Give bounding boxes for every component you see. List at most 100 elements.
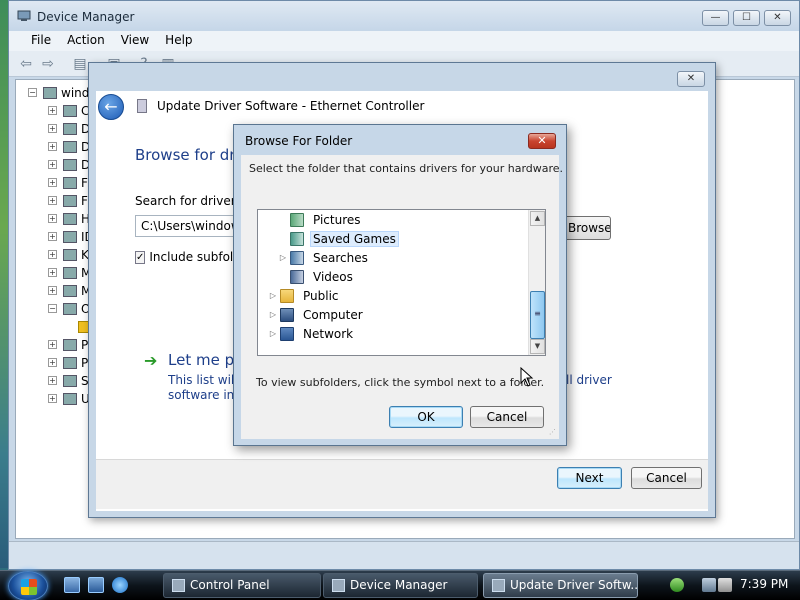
back-arrow-icon[interactable]: ⇦ [17, 56, 35, 72]
expand-icon[interactable]: + [48, 178, 57, 187]
title-bar[interactable]: Device Manager — ☐ ✕ [9, 1, 799, 31]
menu-help[interactable]: Help [157, 31, 200, 51]
tree-item[interactable]: +ID [48, 228, 94, 245]
expand-icon[interactable]: + [48, 214, 57, 223]
pick-description-line1-end: ll driver [566, 373, 612, 387]
maximize-button[interactable]: ☐ [733, 10, 760, 26]
menu-action[interactable]: Action [59, 31, 113, 51]
minimize-button[interactable]: — [702, 10, 729, 26]
volume-muted-icon[interactable] [718, 578, 732, 592]
resize-grip-icon[interactable]: ⋰ [549, 428, 557, 436]
close-button[interactable]: ✕ [677, 71, 705, 87]
include-subfolders-checkbox[interactable]: ✓ Include subfold [135, 250, 235, 264]
window-title: Device Manager [37, 10, 135, 24]
dialog-title: Update Driver Software - Ethernet Contro… [157, 99, 425, 113]
network-status-icon[interactable] [702, 578, 716, 592]
device-icon [63, 248, 77, 261]
expand-icon[interactable]: + [48, 358, 57, 367]
device-icon [63, 284, 77, 297]
vertical-scrollbar[interactable]: ▲ ≡ ▼ [528, 210, 545, 355]
back-arrow-icon[interactable]: ← [98, 94, 124, 120]
folder-item-pictures[interactable]: Pictures [278, 210, 364, 229]
ok-button[interactable]: OK [389, 406, 463, 428]
device-icon [63, 356, 77, 369]
tree-item[interactable]: +Di [48, 120, 94, 137]
menu-view[interactable]: View [113, 31, 157, 51]
computer-icon [280, 307, 294, 322]
device-icon [63, 158, 77, 171]
windows-logo-icon [21, 579, 37, 595]
expand-arrow-icon[interactable]: ▷ [268, 329, 278, 338]
expand-icon[interactable]: + [48, 106, 57, 115]
folder-tree: Pictures Saved Games ▷ Searches Videos ▷… [257, 209, 546, 356]
folder-item-public[interactable]: ▷ Public [268, 286, 342, 305]
tree-item[interactable]: +Di [48, 138, 94, 155]
security-icon[interactable] [670, 578, 684, 592]
tree-item[interactable]: + Pr [48, 354, 93, 371]
folder-item-videos[interactable]: Videos [278, 267, 356, 286]
expand-icon[interactable]: + [48, 394, 57, 403]
expand-icon[interactable]: + [48, 232, 57, 241]
taskbar-control-panel[interactable]: Control Panel [163, 573, 321, 598]
expand-icon[interactable]: + [48, 124, 57, 133]
expand-icon[interactable]: + [48, 160, 57, 169]
device-icon [63, 230, 77, 243]
taskbar-device-manager[interactable]: Device Manager [323, 573, 478, 598]
device-manager-icon [17, 10, 31, 22]
expand-icon[interactable]: + [48, 142, 57, 151]
menu-file[interactable]: File [23, 31, 59, 51]
taskbar-update-driver[interactable]: Update Driver Softw... [483, 573, 638, 598]
checkbox-box[interactable]: ✓ [135, 250, 146, 264]
expand-icon[interactable]: + [48, 340, 57, 349]
expand-icon[interactable]: + [48, 376, 57, 385]
cancel-button[interactable]: Cancel [631, 467, 702, 489]
let-me-pick-link[interactable]: Let me pic [168, 351, 236, 369]
expand-arrow-icon[interactable]: ▷ [268, 310, 278, 319]
tree-root[interactable]: − windo [28, 84, 97, 101]
next-button[interactable]: Next [557, 467, 622, 489]
collapse-icon[interactable]: − [28, 88, 37, 97]
device-icon [63, 104, 77, 117]
expand-icon[interactable]: + [48, 250, 57, 259]
folder-item-network[interactable]: ▷ Network [268, 324, 356, 343]
switch-windows-icon[interactable] [88, 577, 104, 593]
browse-button[interactable]: Browse... [563, 216, 611, 240]
start-button[interactable] [8, 571, 48, 600]
expand-icon[interactable]: + [48, 286, 57, 295]
properties-icon[interactable]: ▤ [71, 56, 89, 72]
collapse-icon[interactable]: − [48, 304, 57, 313]
tree-item[interactable]: + Fl [48, 174, 91, 191]
hint-text: To view subfolders, click the symbol nex… [256, 376, 545, 389]
dialog-footer: Next Cancel [96, 459, 708, 509]
device-icon [63, 176, 77, 189]
show-desktop-icon[interactable] [64, 577, 80, 593]
device-manager-icon [332, 579, 345, 592]
green-arrow-icon: ➔ [144, 351, 158, 370]
expand-arrow-icon[interactable]: ▷ [268, 291, 278, 300]
videos-folder-icon [290, 269, 304, 284]
close-button[interactable]: ✕ [528, 133, 556, 149]
status-bar [9, 541, 799, 569]
folder-item-searches[interactable]: ▷ Searches [278, 248, 371, 267]
device-icon [63, 392, 77, 405]
expand-arrow-icon[interactable]: ▷ [278, 253, 288, 262]
scroll-thumb[interactable]: ≡ [530, 291, 545, 339]
tree-item[interactable]: + M [48, 264, 91, 281]
folder-item-saved-games[interactable]: Saved Games [278, 229, 399, 248]
tree-item[interactable]: + Fl [48, 192, 91, 209]
close-button[interactable]: ✕ [764, 10, 791, 26]
scroll-up-icon[interactable]: ▲ [530, 211, 545, 226]
driver-path-input[interactable]: C:\Users\windows [135, 215, 235, 237]
clock[interactable]: 7:39 PM [740, 577, 788, 591]
internet-explorer-icon[interactable] [112, 577, 128, 593]
page-heading: Browse for dri [135, 146, 235, 164]
cancel-button[interactable]: Cancel [470, 406, 544, 428]
dialog-title: Browse For Folder [245, 134, 353, 148]
scroll-down-icon[interactable]: ▼ [530, 339, 545, 354]
expand-icon[interactable]: + [48, 196, 57, 205]
device-icon [63, 266, 77, 279]
expand-icon[interactable]: + [48, 268, 57, 277]
forward-arrow-icon[interactable]: ⇨ [39, 56, 57, 72]
tree-item[interactable]: + M [48, 282, 91, 299]
folder-item-computer[interactable]: ▷ Computer [268, 305, 366, 324]
